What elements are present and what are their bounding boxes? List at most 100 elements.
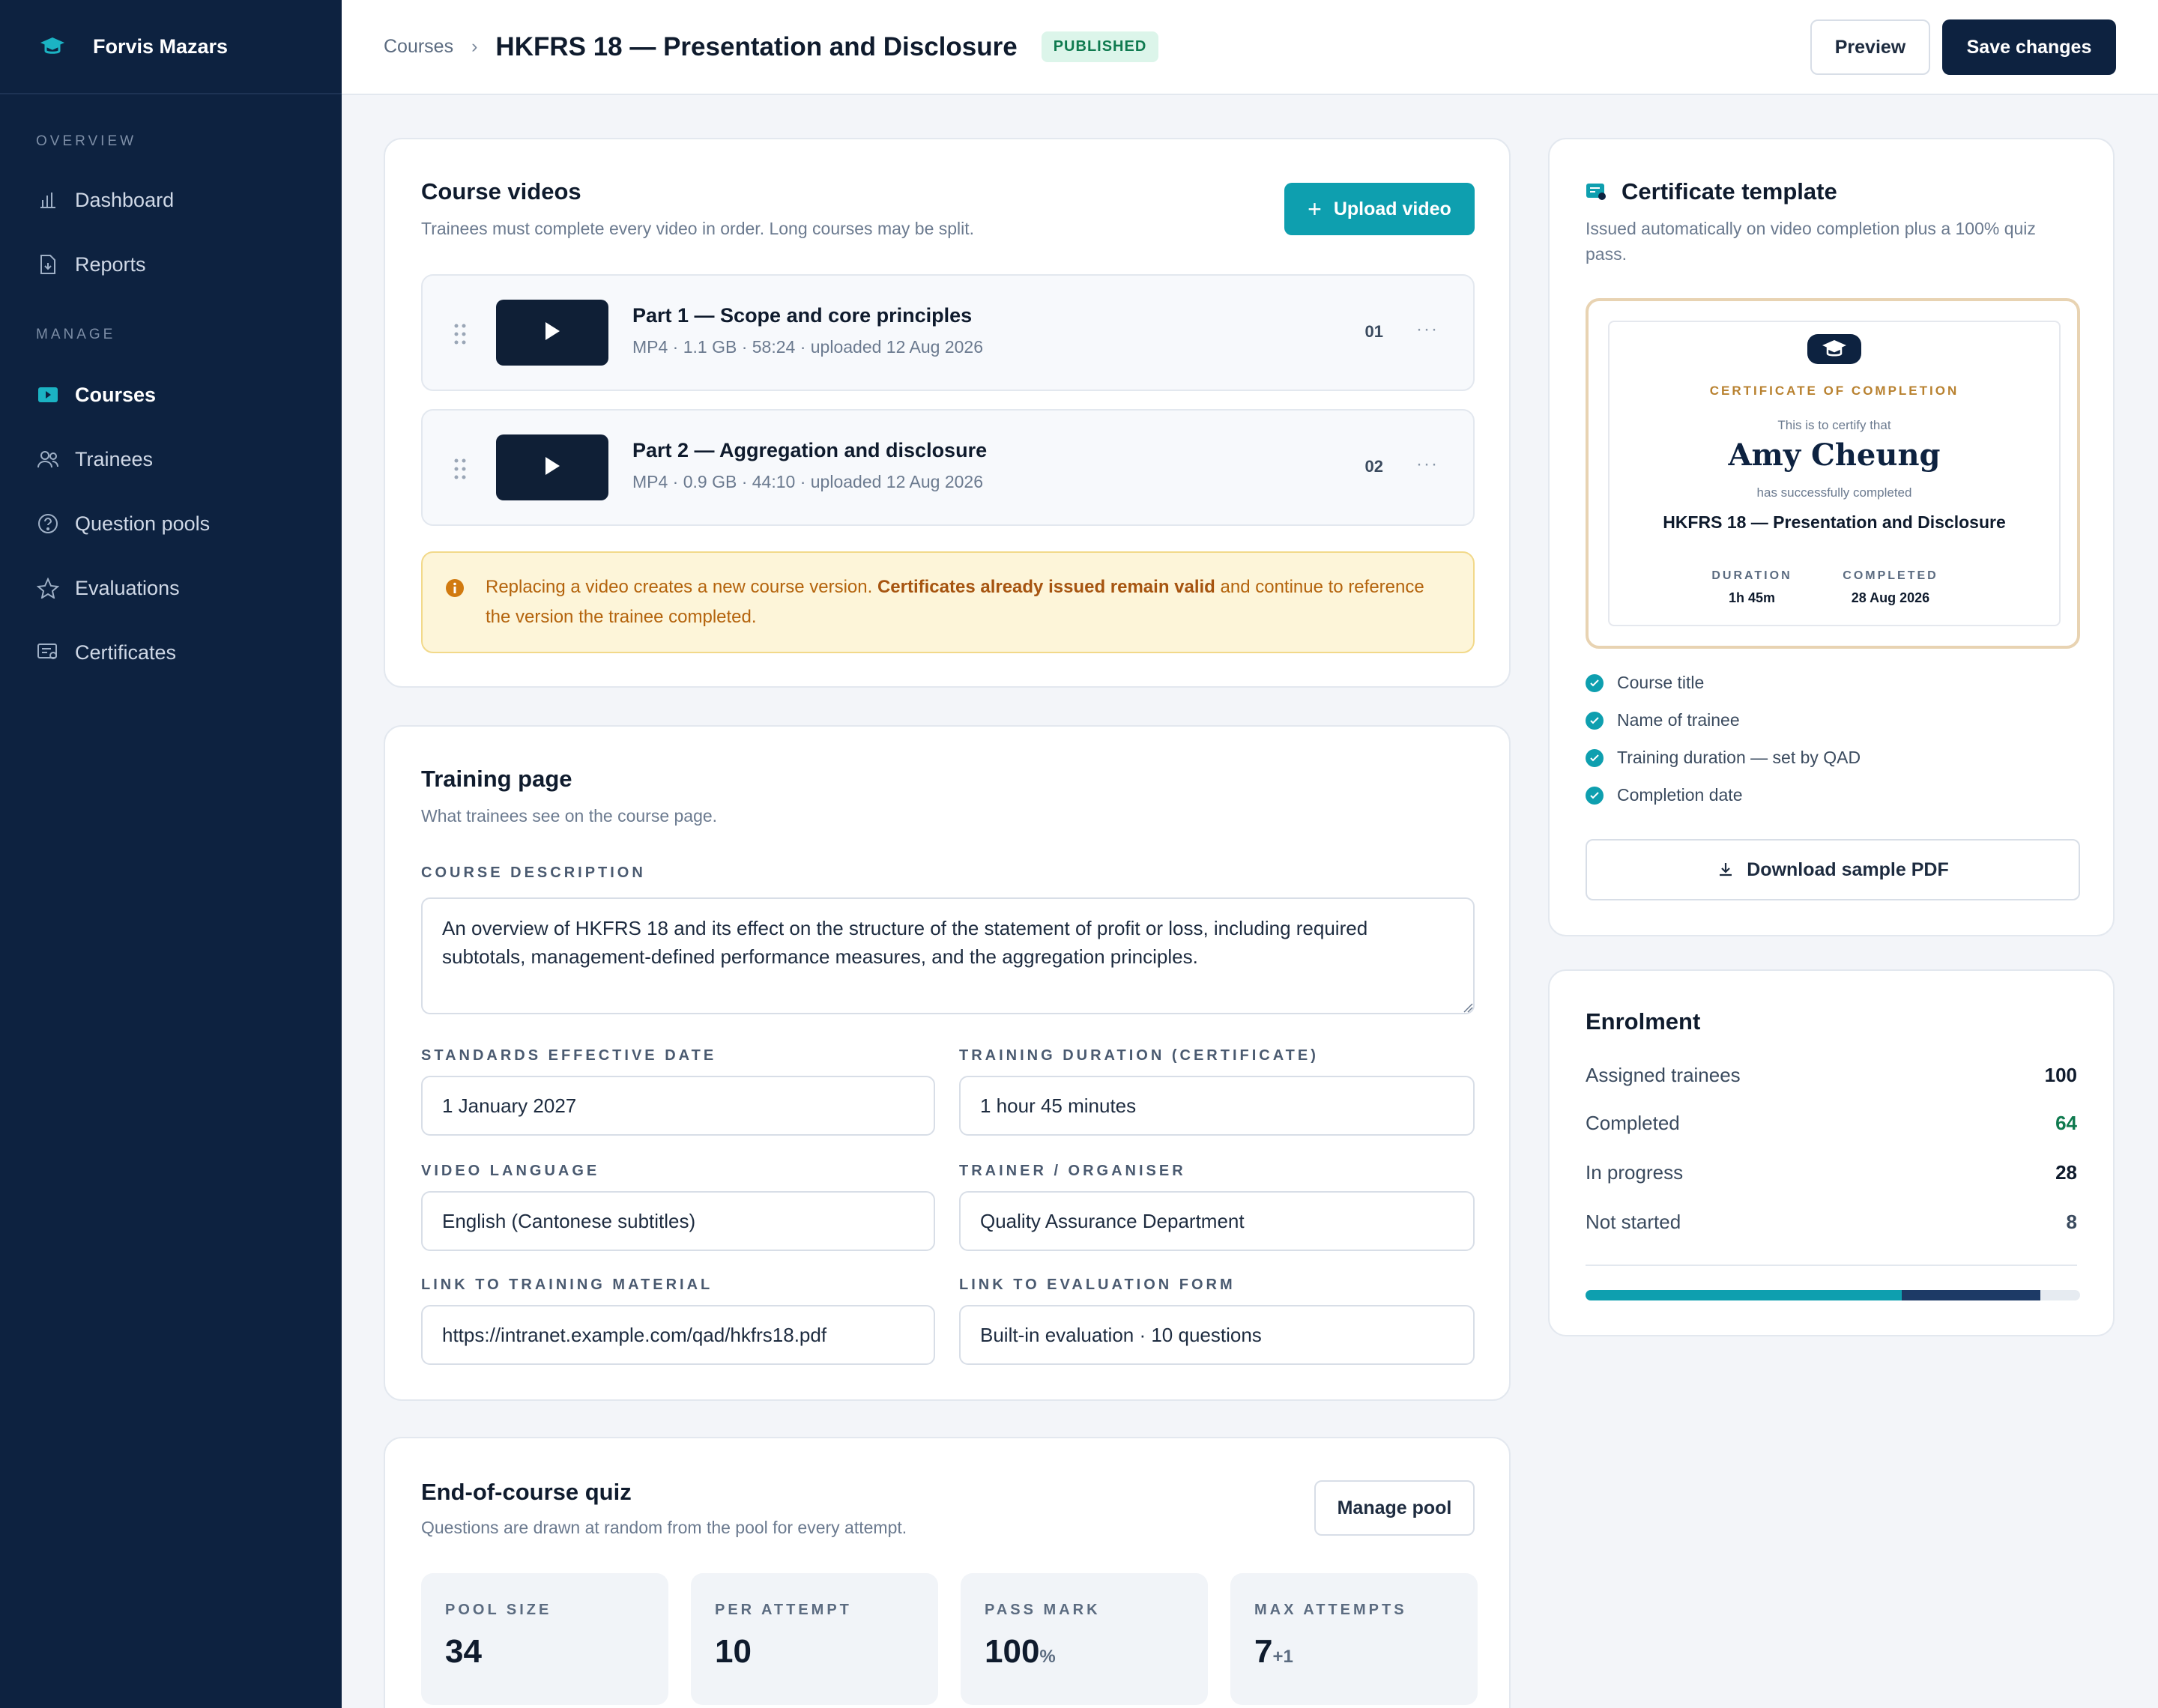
more-options-icon[interactable]: ···	[1416, 454, 1439, 475]
brand[interactable]: Forvis Mazars	[0, 0, 342, 94]
quiz-card: End-of-course quiz Questions are drawn a…	[384, 1437, 1511, 1708]
sidebar-item-reports[interactable]: Reports	[0, 232, 342, 297]
resize-handle-icon[interactable]	[1463, 1002, 1473, 1017]
certificate-duration-value: 1h 45m	[1728, 590, 1776, 605]
certificate-duration-label: DURATION	[1711, 569, 1792, 582]
download-sample-button[interactable]: Download sample PDF	[1586, 839, 2080, 900]
stat-pass-mark: PASS MARK 100%	[961, 1573, 1208, 1705]
sidebar-item-trainees[interactable]: Trainees	[0, 427, 342, 491]
video-row[interactable]: Part 1 — Scope and core principles MP4 ·…	[421, 274, 1475, 391]
trainer-input[interactable]: Quality Assurance Department	[959, 1191, 1475, 1251]
stat-number: 100	[985, 1633, 1040, 1670]
certificate-inner-border: CERTIFICATE OF COMPLETION This is to cer…	[1608, 321, 2061, 626]
certificate-completed-text: has successfully completed	[1756, 485, 1912, 500]
certificate-trainee-name: Amy Cheung	[1728, 437, 1941, 473]
info-icon	[445, 578, 465, 602]
enrolment-label: Completed	[1586, 1112, 1680, 1134]
progress-segment-in-progress	[1902, 1290, 2041, 1300]
download-icon	[1717, 861, 1735, 879]
training-duration-input[interactable]: 1 hour 45 minutes	[959, 1076, 1475, 1136]
upload-video-button[interactable]: + Upload video	[1284, 183, 1475, 235]
card-title: Certificate template	[1621, 178, 1837, 205]
check-circle-icon	[1586, 673, 1604, 692]
video-thumbnail[interactable]	[496, 434, 608, 500]
stat-label: POOL SIZE	[445, 1602, 552, 1618]
enrolment-label: Assigned trainees	[1586, 1064, 1741, 1086]
play-icon	[544, 456, 560, 479]
evaluation-form-input[interactable]: Built-in evaluation · 10 questions	[959, 1305, 1475, 1365]
sidebar-item-label: Reports	[75, 252, 146, 276]
certificate-field-label: Training duration — set by QAD	[1617, 748, 1861, 767]
certificate-duration: DURATION 1h 45m	[1707, 569, 1797, 606]
video-thumbnail[interactable]	[496, 300, 608, 366]
sidebar-item-label: Trainees	[75, 447, 154, 470]
card-title: End-of-course quiz	[421, 1479, 632, 1505]
star-icon	[36, 576, 60, 600]
plus-icon: +	[1308, 195, 1322, 222]
sidebar-item-label: Dashboard	[75, 188, 175, 211]
drag-handle-icon[interactable]	[453, 322, 468, 346]
certificate-certify-text: This is to certify that	[1777, 418, 1891, 432]
course-description-textarea[interactable]: An overview of HKFRS 18 and its effect o…	[421, 897, 1475, 1014]
training-page-card: Training page What trainees see on the c…	[384, 725, 1511, 1401]
training-duration-label: Training duration (certificate)	[959, 1047, 1319, 1064]
certificate-completed-label: COMPLETED	[1843, 569, 1938, 582]
more-options-icon[interactable]: ···	[1416, 319, 1439, 340]
stat-per-attempt: PER ATTEMPT 10	[691, 1573, 938, 1705]
enrolment-card: Enrolment Assigned trainees 100 Completed…	[1548, 969, 2115, 1336]
status-badge: PUBLISHED	[1041, 31, 1159, 62]
sidebar-item-courses[interactable]: Courses	[0, 363, 342, 427]
enrolment-label: Not started	[1586, 1211, 1681, 1233]
page-title: HKFRS 18 — Presentation and Disclosure	[495, 31, 1018, 61]
download-sample-label: Download sample PDF	[1747, 858, 1949, 880]
stat-value: 100%	[985, 1633, 1056, 1671]
manage-pool-button[interactable]: Manage pool	[1314, 1480, 1475, 1536]
effective-date-input[interactable]: 1 January 2027	[421, 1076, 935, 1136]
preview-button[interactable]: Preview	[1810, 19, 1930, 75]
training-material-input[interactable]: https://intranet.example.com/qad/hkfrs18…	[421, 1305, 935, 1365]
certificate-preview[interactable]: CERTIFICATE OF COMPLETION This is to cer…	[1586, 298, 2080, 649]
breadcrumb-courses[interactable]: Courses	[384, 36, 453, 58]
sidebar-item-label: Certificates	[75, 640, 177, 664]
drag-handle-icon[interactable]	[453, 457, 468, 481]
certificate-icon	[36, 640, 60, 664]
top-header: Courses › HKFRS 18 — Presentation and Di…	[342, 0, 2158, 95]
version-notice: Replacing a video creates a new course v…	[421, 551, 1475, 653]
users-icon	[36, 447, 60, 471]
sidebar-item-dashboard[interactable]: Dashboard	[0, 168, 342, 232]
sidebar-item-question-pools[interactable]: Question pools	[0, 491, 342, 556]
card-subtitle: Trainees must complete every video in or…	[421, 219, 975, 238]
enrolment-row-not-started: Not started 8	[1586, 1211, 2077, 1234]
certificate-field: Training duration — set by QAD	[1586, 748, 1861, 768]
question-circle-icon	[36, 512, 60, 536]
course-videos-card: Course videos Trainees must complete eve…	[384, 138, 1511, 688]
upload-video-label: Upload video	[1333, 198, 1451, 219]
progress-segment-completed	[1586, 1290, 1902, 1300]
card-subtitle: Questions are drawn at random from the p…	[421, 1518, 907, 1537]
video-row[interactable]: Part 2 — Aggregation and disclosure MP4 …	[421, 409, 1475, 526]
stat-suffix: %	[1039, 1647, 1056, 1667]
brand-name: Forvis Mazars	[93, 34, 229, 58]
video-language-input[interactable]: English (Cantonese subtitles)	[421, 1191, 935, 1251]
card-title: Training page	[421, 766, 572, 792]
video-meta: MP4 · 1.1 GB · 58:24 · uploaded 12 Aug 2…	[632, 337, 983, 357]
check-circle-icon	[1586, 711, 1604, 730]
sidebar-item-label: Courses	[75, 383, 157, 406]
sidebar-item-evaluations[interactable]: Evaluations	[0, 556, 342, 620]
certificate-completed-value: 28 Aug 2026	[1851, 590, 1930, 605]
stat-number: 7	[1254, 1633, 1273, 1670]
play-icon	[544, 321, 560, 345]
notice-text-pre: Replacing a video creates a new course v…	[486, 577, 877, 597]
certificate-cap-icon	[1610, 334, 2059, 368]
stat-label: PASS MARK	[985, 1602, 1101, 1618]
certificate-template-card: Certificate template Issued automaticall…	[1548, 138, 2115, 936]
divider	[1586, 1265, 2077, 1266]
certificate-course-title: HKFRS 18 — Presentation and Disclosure	[1663, 512, 2006, 532]
sidebar-item-certificates[interactable]: Certificates	[0, 620, 342, 685]
save-button[interactable]: Save changes	[1942, 19, 2116, 75]
enrolment-value: 28	[2055, 1161, 2077, 1184]
chevron-right-icon: ›	[471, 36, 478, 57]
certificate-field-label: Completion date	[1617, 785, 1743, 805]
stat-label: PER ATTEMPT	[715, 1602, 852, 1618]
stat-value: 10	[715, 1633, 752, 1671]
